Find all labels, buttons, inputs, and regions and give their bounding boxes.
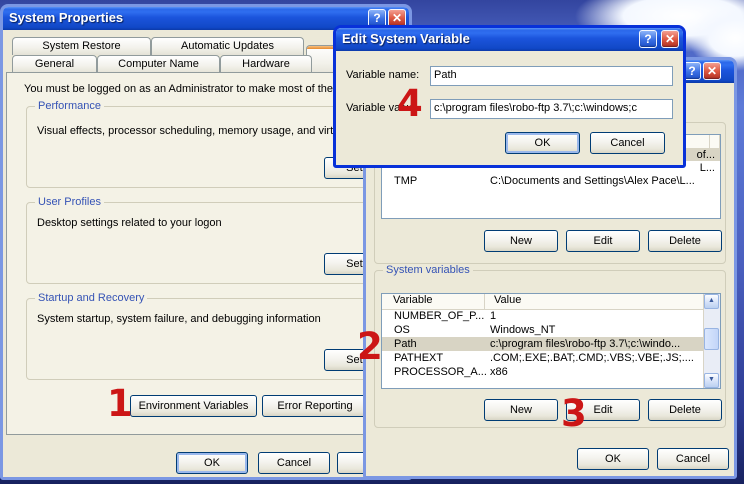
variable-value-cell: x86 xyxy=(490,366,703,378)
edit-system-variable-dialog: Edit System Variable ? ✕ Variable name: … xyxy=(333,25,686,168)
list-item-path-selected[interactable]: Path c:\program files\robo-ftp 3.7\;c:\w… xyxy=(382,337,703,351)
user-profiles-group-label: User Profiles xyxy=(35,196,104,208)
list-item[interactable]: NUMBER_OF_P... 1 xyxy=(382,309,703,323)
variable-value-input[interactable]: c:\program files\robo-ftp 3.7\;c:\window… xyxy=(430,99,673,119)
scroll-down-icon[interactable]: ▼ xyxy=(704,373,719,388)
annotation-step-3: 3 xyxy=(561,395,587,432)
ok-button[interactable]: OK xyxy=(577,448,649,470)
user-edit-button[interactable]: Edit xyxy=(566,230,640,252)
user-profiles-text: Desktop settings related to your logon xyxy=(37,217,222,229)
variable-name-cell: OS xyxy=(382,324,490,336)
list-item[interactable]: TMP C:\Documents and Settings\Alex Pace\… xyxy=(382,174,720,187)
startup-recovery-group: Startup and Recovery System startup, sys… xyxy=(26,298,398,380)
variable-name-input[interactable]: Path xyxy=(430,66,673,86)
user-delete-button[interactable]: Delete xyxy=(648,230,722,252)
list-item[interactable]: PATHEXT .COM;.EXE;.BAT;.CMD;.VBS;.VBE;.J… xyxy=(382,351,703,365)
cancel-button[interactable]: Cancel xyxy=(258,452,330,474)
cancel-button[interactable]: Cancel xyxy=(657,448,729,470)
tab-general[interactable]: General xyxy=(12,55,97,73)
column-header-variable[interactable]: Variable xyxy=(382,294,485,309)
annotation-step-4: 4 xyxy=(397,85,423,122)
system-variables-group: System variables Variable Value NUMBER_O… xyxy=(374,270,726,428)
performance-text: Visual effects, processor scheduling, me… xyxy=(37,125,345,137)
annotation-step-2: 2 xyxy=(357,328,383,365)
annotation-step-1: 1 xyxy=(107,385,133,422)
window-title: Edit System Variable xyxy=(342,31,470,46)
cancel-button[interactable]: Cancel xyxy=(590,132,665,154)
scroll-up-icon[interactable]: ▲ xyxy=(704,294,719,309)
edit-system-variable-titlebar[interactable]: Edit System Variable ? ✕ xyxy=(336,28,683,51)
window-title: System Properties xyxy=(9,10,123,25)
variable-value-cell: 1 xyxy=(490,310,703,322)
scrollbar[interactable]: ▲ ▼ xyxy=(703,294,720,388)
list-item[interactable]: OS Windows_NT xyxy=(382,323,703,337)
variable-name-cell: PROCESSOR_A... xyxy=(382,366,490,378)
close-icon[interactable]: ✕ xyxy=(703,62,721,80)
desktop: System Properties ? ✕ System Restore Aut… xyxy=(0,0,744,484)
system-variables-list[interactable]: Variable Value NUMBER_OF_P... 1 OS Windo… xyxy=(381,293,721,389)
variable-value-cell: Windows_NT xyxy=(490,324,703,336)
system-variables-list-header[interactable]: Variable Value xyxy=(382,294,704,310)
help-icon[interactable]: ? xyxy=(639,30,657,48)
startup-recovery-group-label: Startup and Recovery xyxy=(35,292,147,304)
column-header[interactable] xyxy=(710,135,720,148)
admin-notice-text: You must be logged on as an Administrato… xyxy=(24,83,339,95)
column-header-value[interactable]: Value xyxy=(485,294,704,309)
scrollbar-thumb[interactable] xyxy=(704,328,719,350)
partial-row-text: of... xyxy=(697,149,715,161)
variable-value-cell: C:\Documents and Settings\Alex Pace\L... xyxy=(490,175,720,187)
variable-name-cell: Path xyxy=(382,338,490,350)
ok-button[interactable]: OK xyxy=(176,452,248,474)
system-delete-button[interactable]: Delete xyxy=(648,399,722,421)
variable-name-cell: PATHEXT xyxy=(382,352,490,364)
tab-hardware[interactable]: Hardware xyxy=(220,55,312,73)
variable-name-label: Variable name: xyxy=(346,69,419,81)
performance-group-label: Performance xyxy=(35,100,104,112)
list-item[interactable]: PROCESSOR_A... x86 xyxy=(382,365,703,379)
ok-button[interactable]: OK xyxy=(505,132,580,154)
system-new-button[interactable]: New xyxy=(484,399,558,421)
variable-name-cell: NUMBER_OF_P... xyxy=(382,310,490,322)
startup-recovery-text: System startup, system failure, and debu… xyxy=(37,313,321,325)
system-variables-group-label: System variables xyxy=(383,264,473,276)
user-new-button[interactable]: New xyxy=(484,230,558,252)
environment-variables-button[interactable]: Environment Variables xyxy=(130,395,257,417)
variable-name-cell: TMP xyxy=(382,175,490,187)
variable-value-cell: .COM;.EXE;.BAT;.CMD;.VBS;.VBE;.JS;.... xyxy=(490,352,703,364)
tab-system-restore[interactable]: System Restore xyxy=(12,37,151,55)
error-reporting-button[interactable]: Error Reporting xyxy=(262,395,368,417)
variable-value-cell: c:\program files\robo-ftp 3.7\;c:\windo.… xyxy=(490,338,703,350)
close-icon[interactable]: ✕ xyxy=(661,30,679,48)
partial-row-text: L... xyxy=(700,162,715,174)
tab-computer-name[interactable]: Computer Name xyxy=(97,55,220,73)
user-profiles-group: User Profiles Desktop settings related t… xyxy=(26,202,398,284)
tab-automatic-updates[interactable]: Automatic Updates xyxy=(151,37,304,55)
